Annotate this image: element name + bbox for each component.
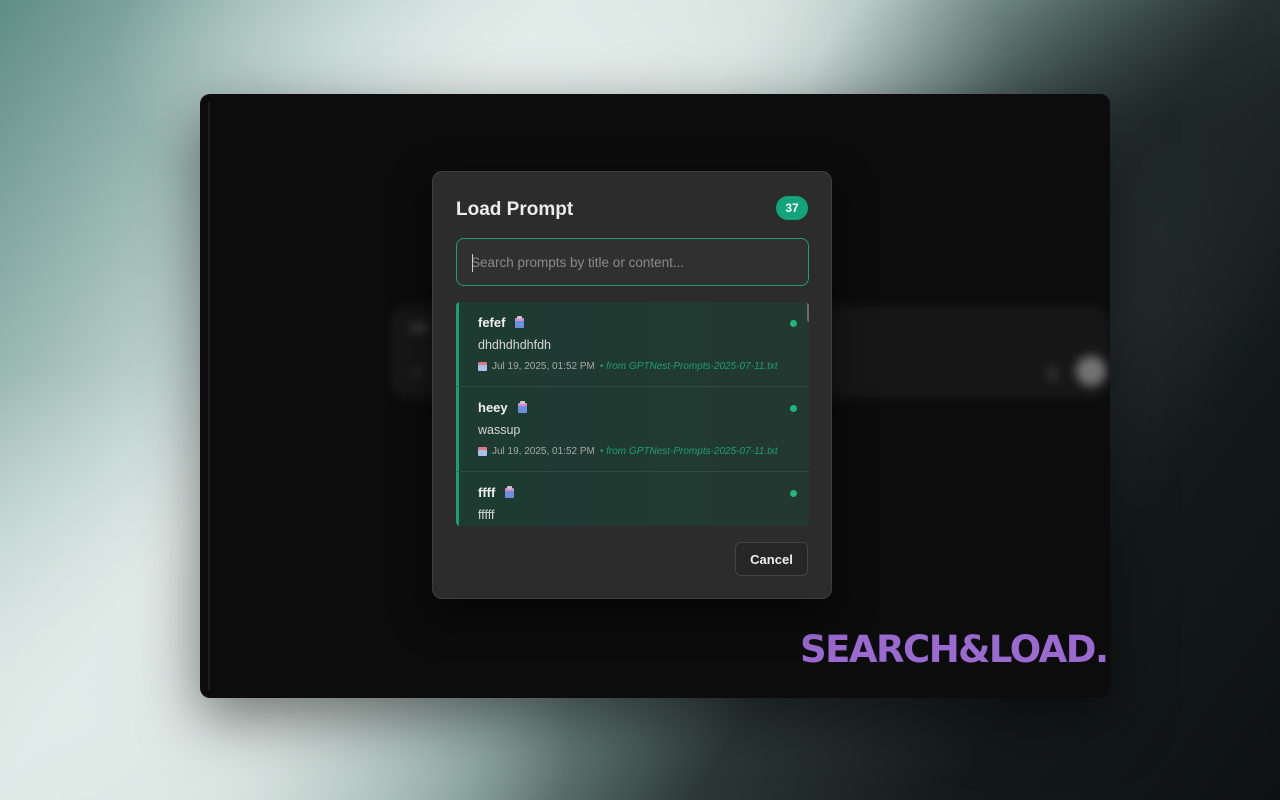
- prompt-source: • from GPTNest-Prompts-2025-07-11.txt: [599, 446, 778, 457]
- status-dot: [790, 320, 797, 327]
- clipboard-icon: [517, 400, 527, 413]
- prompt-meta: Jul 19, 2025, 01:52 PM • from GPTNest-Pr…: [478, 446, 809, 457]
- prompt-title-row: heey: [478, 400, 809, 415]
- prompt-title-row: fefef: [478, 315, 809, 330]
- prompt-meta: Jul 19, 2025, 01:52 PM • from GPTNest-Pr…: [478, 361, 809, 372]
- prompt-title-row: ffff: [478, 485, 809, 500]
- prompt-title: fefef: [478, 315, 506, 330]
- search-input[interactable]: [457, 239, 808, 285]
- prompt-item[interactable]: heey wassup Jul 19, 2025, 01:52 PM • fro…: [456, 387, 809, 472]
- text-caret: [472, 254, 473, 272]
- search-field[interactable]: [456, 238, 809, 286]
- calendar-icon: [478, 447, 487, 456]
- status-dot: [790, 490, 797, 497]
- prompt-content: dhdhdhdhfdh: [478, 338, 551, 352]
- blurred-plus-icon: [414, 370, 420, 376]
- blurred-send-button: [1076, 356, 1106, 386]
- status-dot: [790, 405, 797, 412]
- prompt-source: • from GPTNest-Prompts-2025-07-11.txt: [599, 361, 778, 372]
- dialog-title: Load Prompt: [456, 199, 574, 220]
- prompt-content: wassup: [478, 423, 521, 437]
- calendar-icon: [478, 362, 487, 371]
- blurred-placeholder: [410, 324, 428, 332]
- window-edge: [208, 102, 210, 690]
- prompt-item[interactable]: fefef dhdhdhdhfdh Jul 19, 2025, 01:52 PM…: [456, 302, 809, 387]
- prompt-date: Jul 19, 2025, 01:52 PM: [492, 446, 595, 457]
- cancel-button[interactable]: Cancel: [735, 542, 808, 576]
- prompt-list[interactable]: fefef dhdhdhdhfdh Jul 19, 2025, 01:52 PM…: [456, 302, 809, 526]
- prompt-count-badge: 37: [776, 196, 808, 220]
- load-prompt-dialog: Load Prompt 37 fefef dhdhdhdhfdh Jul 19,…: [432, 171, 832, 599]
- clipboard-icon: [505, 485, 515, 498]
- prompt-title: heey: [478, 400, 508, 415]
- prompt-item[interactable]: ffff fffff: [456, 472, 809, 526]
- brand-tagline: SEARCH&LOAD.: [800, 628, 1109, 671]
- prompt-date: Jul 19, 2025, 01:52 PM: [492, 361, 595, 372]
- clipboard-icon: [515, 315, 525, 328]
- list-scrollbar[interactable]: [807, 302, 809, 322]
- prompt-content: fffff: [478, 508, 495, 522]
- prompt-title: ffff: [478, 485, 496, 500]
- blurred-mic-icon: [1050, 368, 1055, 380]
